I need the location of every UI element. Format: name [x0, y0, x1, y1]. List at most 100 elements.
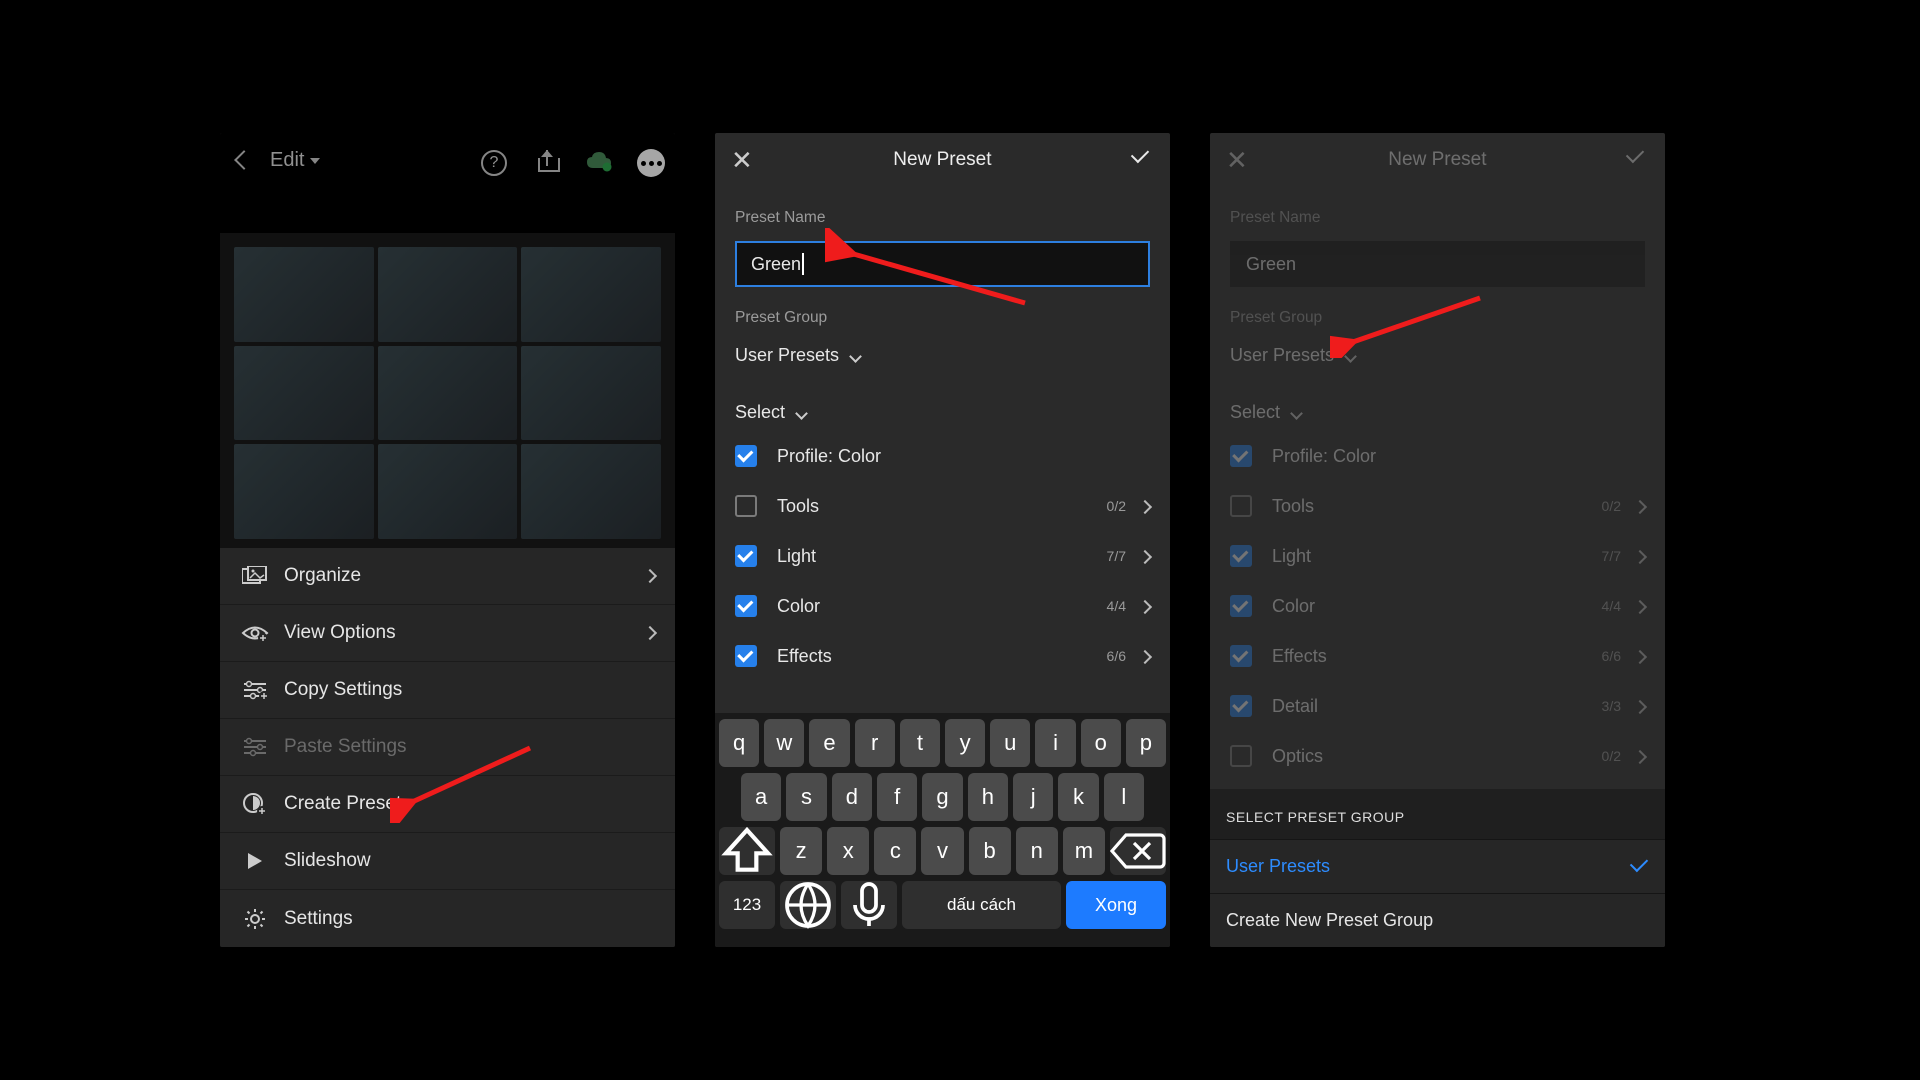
eye-icon: [240, 621, 270, 645]
key-y[interactable]: y: [945, 719, 985, 767]
key-k[interactable]: k: [1058, 773, 1098, 821]
checkbox[interactable]: [1230, 545, 1252, 567]
select-dropdown[interactable]: Select: [715, 366, 1170, 423]
chevron-down-icon: [797, 402, 806, 423]
option-row[interactable]: Tools0/2: [1220, 481, 1655, 531]
option-label: Color: [1272, 596, 1315, 617]
option-row[interactable]: Effects6/6: [725, 631, 1160, 681]
numbers-key[interactable]: 123: [719, 881, 775, 929]
option-row[interactable]: Light7/7: [725, 531, 1160, 581]
title-text: Edit: [270, 149, 304, 172]
key-n[interactable]: n: [1016, 827, 1058, 875]
key-z[interactable]: z: [780, 827, 822, 875]
shift-key[interactable]: [719, 827, 775, 875]
backspace-key[interactable]: [1110, 827, 1166, 875]
chevron-right-icon: [1140, 546, 1150, 567]
key-l[interactable]: l: [1104, 773, 1144, 821]
menu-slideshow[interactable]: Slideshow: [220, 833, 675, 890]
key-m[interactable]: m: [1063, 827, 1105, 875]
option-row[interactable]: Profile: Color: [1220, 431, 1655, 481]
key-b[interactable]: b: [969, 827, 1011, 875]
key-c[interactable]: c: [874, 827, 916, 875]
key-w[interactable]: w: [764, 719, 804, 767]
key-u[interactable]: u: [990, 719, 1030, 767]
menu-organize[interactable]: Organize: [220, 548, 675, 605]
option-row[interactable]: Color4/4: [1220, 581, 1655, 631]
photo-thumb[interactable]: [378, 444, 518, 539]
key-e[interactable]: e: [809, 719, 849, 767]
photo-thumb[interactable]: [234, 247, 374, 342]
key-v[interactable]: v: [921, 827, 963, 875]
more-icon[interactable]: [637, 149, 665, 177]
key-p[interactable]: p: [1126, 719, 1166, 767]
checkbox[interactable]: [1230, 495, 1252, 517]
option-row[interactable]: Color4/4: [725, 581, 1160, 631]
key-x[interactable]: x: [827, 827, 869, 875]
group-option-selected[interactable]: User Presets: [1210, 839, 1665, 893]
photo-thumb[interactable]: [521, 444, 661, 539]
preset-name-value: Green: [1246, 254, 1296, 275]
preset-icon: [240, 792, 270, 816]
back-icon[interactable]: [230, 148, 254, 172]
key-t[interactable]: t: [900, 719, 940, 767]
confirm-icon[interactable]: [1627, 149, 1649, 171]
close-icon[interactable]: ✕: [1226, 147, 1248, 173]
keyboard: qwertyuiop asdfghjkl zxcvbnm 123 dấu các…: [715, 713, 1170, 947]
key-s[interactable]: s: [786, 773, 826, 821]
checkbox[interactable]: [1230, 595, 1252, 617]
key-h[interactable]: h: [968, 773, 1008, 821]
key-i[interactable]: i: [1035, 719, 1075, 767]
photo-thumb[interactable]: [378, 247, 518, 342]
help-icon[interactable]: ?: [481, 150, 507, 176]
option-count: 7/7: [1602, 548, 1621, 564]
menu-settings[interactable]: Settings: [220, 890, 675, 947]
menu-view-options[interactable]: View Options: [220, 605, 675, 662]
menu-copy-settings[interactable]: Copy Settings: [220, 662, 675, 719]
photo-thumb[interactable]: [234, 346, 374, 441]
checkbox[interactable]: [1230, 745, 1252, 767]
done-key[interactable]: Xong: [1066, 881, 1166, 929]
checkbox[interactable]: [1230, 695, 1252, 717]
key-r[interactable]: r: [855, 719, 895, 767]
option-row[interactable]: Detail3/3: [1220, 681, 1655, 731]
key-q[interactable]: q: [719, 719, 759, 767]
checkbox[interactable]: [735, 545, 757, 567]
checkbox[interactable]: [1230, 645, 1252, 667]
checkbox[interactable]: [735, 445, 757, 467]
menu-create-preset[interactable]: Create Preset: [220, 776, 675, 833]
space-key[interactable]: dấu cách: [902, 881, 1061, 929]
option-row[interactable]: Effects6/6: [1220, 631, 1655, 681]
confirm-icon[interactable]: [1132, 149, 1154, 171]
option-row[interactable]: Optics0/2: [1220, 731, 1655, 781]
preset-group-dropdown[interactable]: User Presets: [1210, 333, 1665, 366]
preset-name-input[interactable]: Green: [735, 241, 1150, 287]
page-title[interactable]: Edit: [270, 147, 320, 172]
select-dropdown[interactable]: Select: [1210, 366, 1665, 423]
group-option-create[interactable]: Create New Preset Group: [1210, 893, 1665, 947]
checkbox[interactable]: [735, 645, 757, 667]
key-o[interactable]: o: [1081, 719, 1121, 767]
photo-thumb[interactable]: [521, 247, 661, 342]
globe-key[interactable]: [780, 881, 836, 929]
mic-key[interactable]: [841, 881, 897, 929]
close-icon[interactable]: ✕: [731, 147, 753, 173]
option-row[interactable]: Profile: Color: [725, 431, 1160, 481]
key-a[interactable]: a: [741, 773, 781, 821]
option-row[interactable]: Light7/7: [1220, 531, 1655, 581]
key-g[interactable]: g: [922, 773, 962, 821]
checkbox[interactable]: [735, 595, 757, 617]
photo-thumb[interactable]: [521, 346, 661, 441]
photo-thumb[interactable]: [378, 346, 518, 441]
checkbox[interactable]: [735, 495, 757, 517]
option-row[interactable]: Tools0/2: [725, 481, 1160, 531]
share-icon[interactable]: [533, 150, 559, 176]
preset-group-dropdown[interactable]: User Presets: [715, 333, 1170, 366]
key-f[interactable]: f: [877, 773, 917, 821]
checkbox[interactable]: [1230, 445, 1252, 467]
preset-name-input[interactable]: Green: [1230, 241, 1645, 287]
cloud-sync-icon[interactable]: [585, 150, 611, 176]
photo-thumb[interactable]: [234, 444, 374, 539]
panel-edit-menu: Edit ? Organize: [220, 133, 675, 947]
key-j[interactable]: j: [1013, 773, 1053, 821]
key-d[interactable]: d: [832, 773, 872, 821]
